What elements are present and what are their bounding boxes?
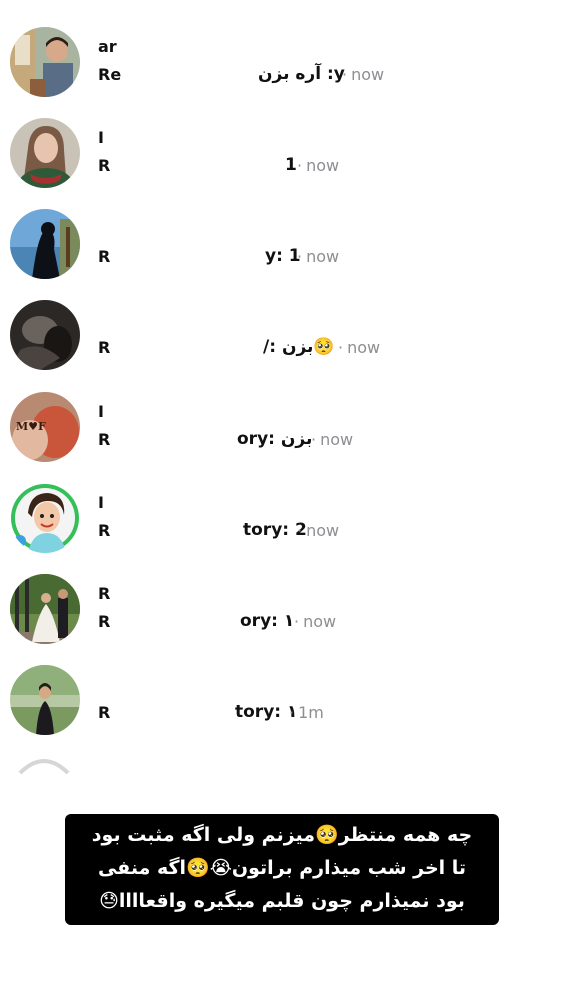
username: ar <box>98 37 117 56</box>
timestamp: · now <box>342 65 384 84</box>
story-reply: 1 <box>285 155 297 175</box>
beach-silhouette-icon[interactable] <box>10 209 80 279</box>
reply-text: R <box>98 156 111 175</box>
username: R <box>98 584 111 603</box>
couple-text-icon[interactable]: M♥F <box>10 392 80 462</box>
separator: · <box>289 703 295 722</box>
timestamp: · now <box>338 338 380 357</box>
story-reply: y: 1 <box>265 246 301 266</box>
caption-line: تا اخر شب میذارم براتون😭🥺اگه منفی <box>97 857 467 879</box>
story-reply: آره بزن :y <box>258 64 345 84</box>
reply-text: R <box>98 338 111 357</box>
separator: · <box>338 338 344 357</box>
story-reply: /: بزن🥺 <box>263 337 335 357</box>
list-item[interactable]: M♥F I R ory: بزن · now <box>0 392 563 472</box>
list-item[interactable]: I R tory: 2 · now <box>0 483 563 563</box>
separator: · <box>311 430 317 449</box>
time-label: now <box>306 156 340 175</box>
separator: · <box>297 521 303 540</box>
list-item[interactable]: R /: بزن🥺 · now <box>0 300 563 380</box>
wedding-photo-icon[interactable] <box>10 574 80 644</box>
time-label: now <box>303 612 337 631</box>
woman-portrait-icon[interactable] <box>10 118 80 188</box>
reply-text: R <box>98 247 111 266</box>
dark-photo-icon[interactable] <box>10 300 80 370</box>
reply-text: Re <box>98 65 122 84</box>
time-label: now <box>306 247 340 266</box>
timestamp: · now <box>297 521 339 540</box>
reply-text: R <box>98 521 111 540</box>
time-label: now <box>347 338 381 357</box>
list-item[interactable]: R R ory: ۱ · now <box>0 574 563 654</box>
timestamp: · now <box>297 247 339 266</box>
time-label: now <box>306 521 340 540</box>
list-item[interactable]: R tory: ۱ · 1m <box>0 665 563 745</box>
timestamp: · now <box>311 430 353 449</box>
reply-text: R <box>98 703 111 722</box>
list-item[interactable]: I R 1 · now <box>0 118 563 198</box>
caption-line: بود نمیذارم چون قلبم میگیره واقعاااا😓 <box>99 890 465 912</box>
separator: · <box>342 65 348 84</box>
svg-text:M♥F: M♥F <box>16 420 46 433</box>
reply-text: R <box>98 430 111 449</box>
list-item[interactable]: R y: 1 · now <box>0 209 563 289</box>
time-label: now <box>351 65 385 84</box>
username: I <box>98 493 104 512</box>
cartoon-avatar-icon[interactable] <box>10 483 80 553</box>
list-item[interactable]: ar Re آره بزن :y · now <box>0 27 563 107</box>
timestamp: · now <box>294 612 336 631</box>
child-photo-icon[interactable] <box>10 27 80 97</box>
reply-text: R <box>98 612 111 631</box>
separator: · <box>297 156 303 175</box>
timestamp: · now <box>297 156 339 175</box>
username: I <box>98 128 104 147</box>
username: I <box>98 402 104 421</box>
separator: · <box>297 247 303 266</box>
garden-photo-icon[interactable] <box>10 665 80 735</box>
story-reply: ory: ۱ <box>240 611 295 631</box>
caption-line: چه همه منتظر🥺میزنم ولی اگه مثبت بود <box>91 824 473 846</box>
story-reply: ory: بزن <box>237 429 313 449</box>
time-label: 1m <box>298 703 324 722</box>
timestamp: · 1m <box>289 703 324 722</box>
story-caption: چه همه منتظر🥺میزنم ولی اگه مثبت بود تا ا… <box>65 814 499 925</box>
loading-avatar-icon <box>18 755 70 785</box>
time-label: now <box>320 430 354 449</box>
separator: · <box>294 612 300 631</box>
